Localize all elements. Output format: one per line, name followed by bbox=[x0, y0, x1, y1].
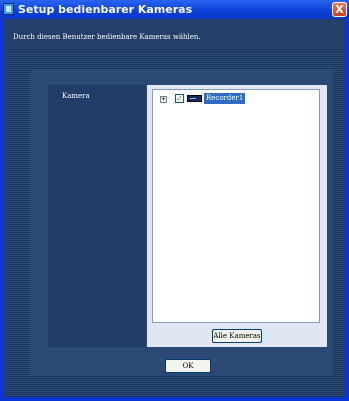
recorder-icon bbox=[187, 95, 202, 102]
divider-stripe bbox=[333, 70, 345, 376]
close-button[interactable]: X bbox=[332, 2, 347, 17]
title-bar: Setup bedienbarer Kameras X bbox=[0, 0, 349, 19]
all-cameras-button[interactable]: Alle Kameras bbox=[212, 329, 262, 343]
tree-item-recorder1[interactable]: Recorder1 bbox=[204, 93, 246, 104]
window-title: Setup bedienbarer Kameras bbox=[18, 3, 193, 16]
camera-label: Kamera bbox=[62, 92, 90, 100]
expand-toggle[interactable]: + bbox=[160, 96, 167, 103]
divider-stripe bbox=[4, 52, 345, 70]
app-icon bbox=[3, 3, 14, 15]
divider-stripe bbox=[4, 376, 345, 397]
divider-stripe bbox=[4, 70, 30, 376]
recorder-checkbox[interactable]: ✓ bbox=[175, 94, 184, 103]
camera-tree[interactable] bbox=[152, 89, 320, 323]
label-column bbox=[48, 85, 146, 347]
ok-button[interactable]: OK bbox=[165, 359, 211, 373]
instruction-text: Durch diesen Benutzer bedienbare Kameras… bbox=[13, 33, 201, 41]
